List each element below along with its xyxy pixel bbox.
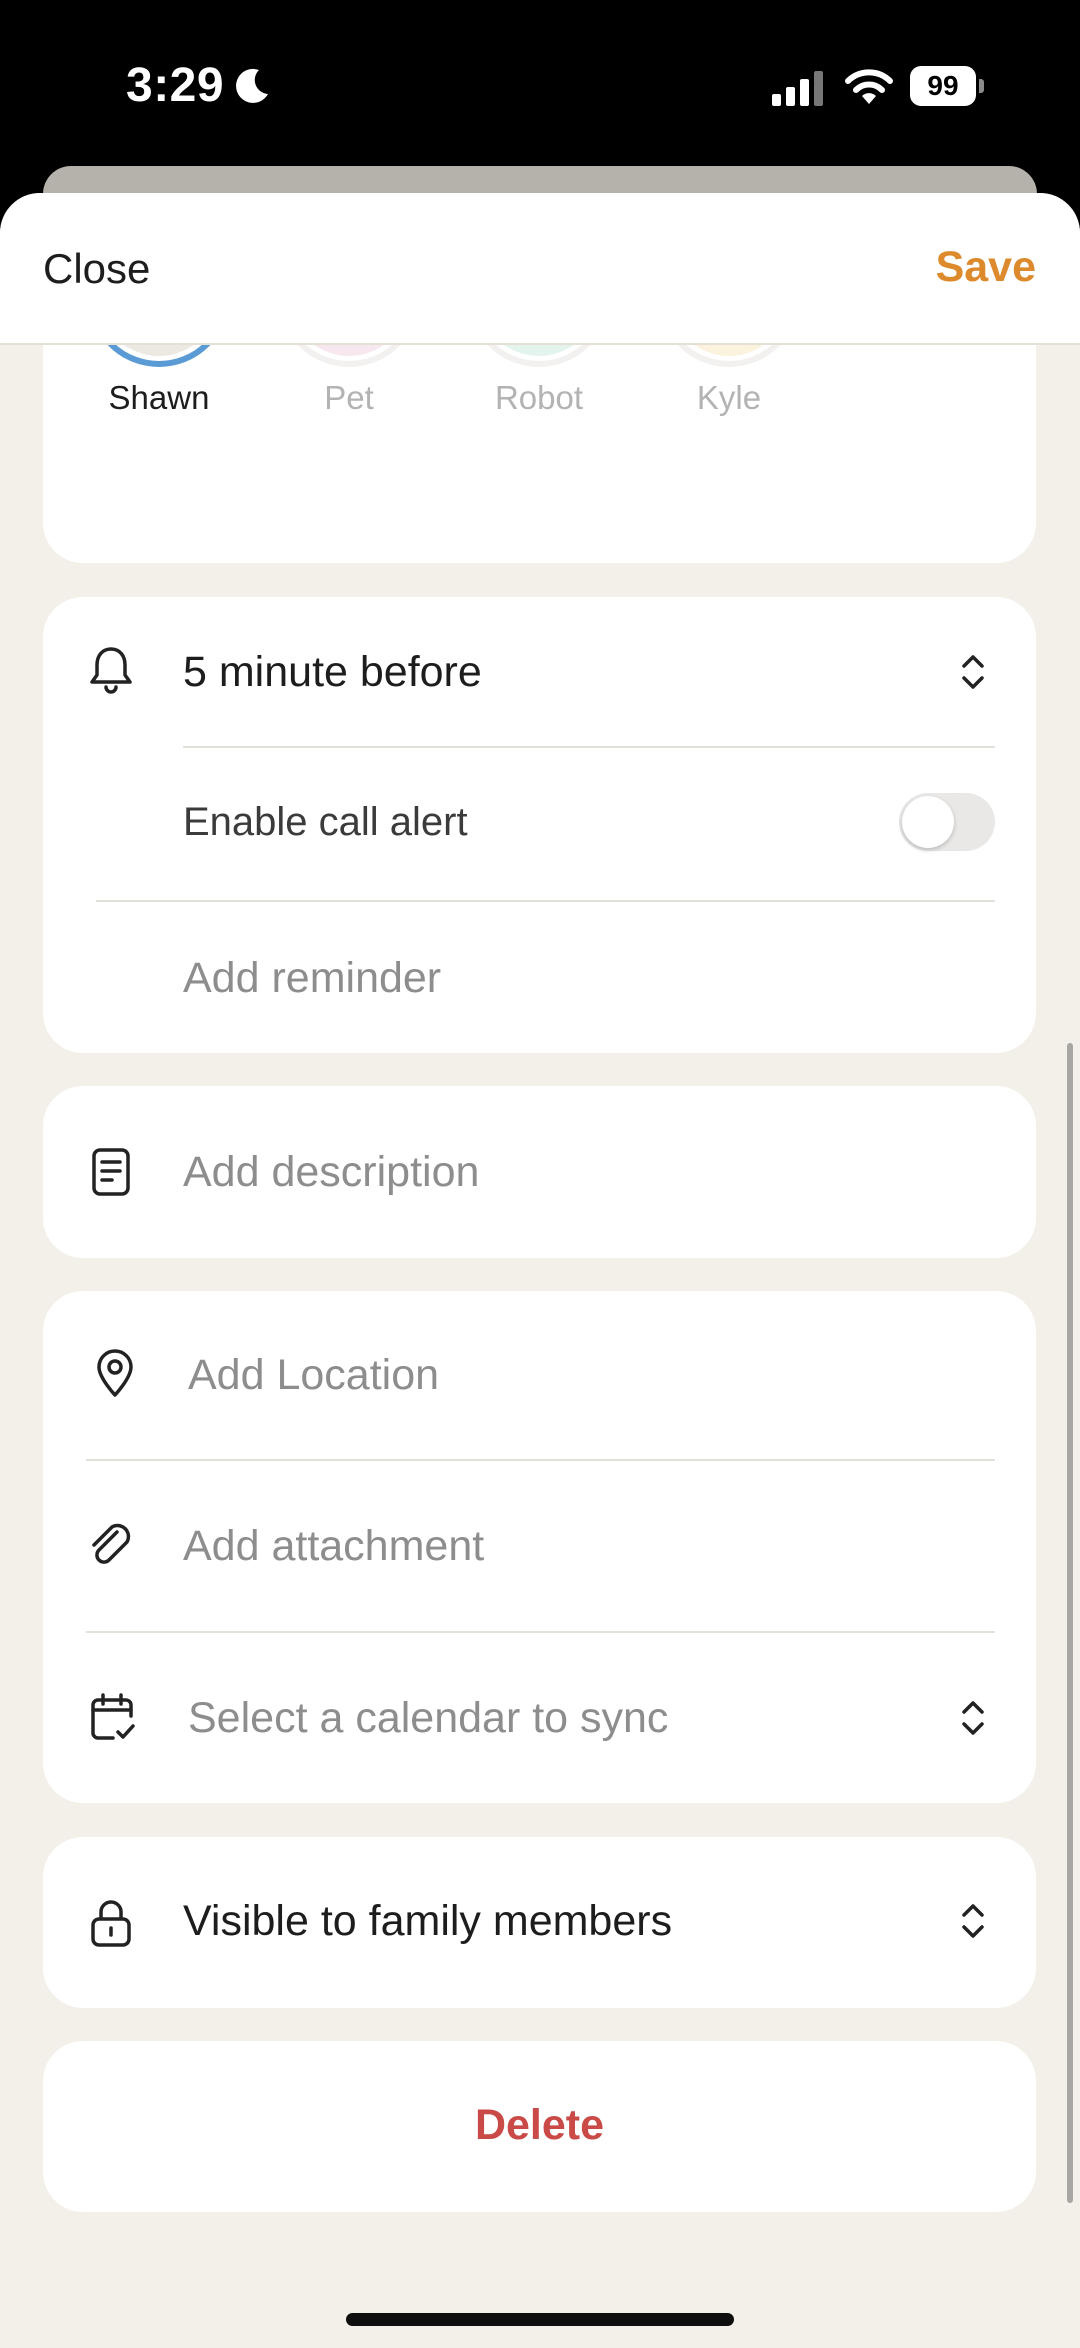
add-reminder-row[interactable]: Add reminder: [43, 902, 1036, 1052]
member-name: Robot: [494, 379, 584, 416]
description-input[interactable]: Add description: [183, 1148, 479, 1197]
call-alert-toggle[interactable]: [899, 793, 995, 851]
battery-level: 99: [910, 66, 976, 106]
lock-icon: [91, 1900, 131, 1947]
home-indicator[interactable]: [346, 2313, 734, 2326]
attachment-row[interactable]: Add attachment: [43, 1461, 1036, 1631]
reminder-time-row[interactable]: 5 minute before: [43, 597, 1036, 747]
visibility-label: Visible to family members: [183, 1897, 673, 1945]
close-button[interactable]: Close: [43, 245, 150, 293]
description-card[interactable]: Add description: [43, 1086, 1036, 1258]
chevron-up-down-icon: [962, 655, 984, 689]
calendar-sync-label: Select a calendar to sync: [188, 1694, 669, 1742]
delete-button[interactable]: Delete: [43, 2041, 1036, 2212]
document-icon: [92, 1148, 130, 1196]
moon-icon: [236, 68, 268, 103]
visibility-card[interactable]: Visible to family members: [43, 1837, 1036, 2008]
calendar-check-icon: [91, 1693, 135, 1740]
save-button[interactable]: Save: [936, 243, 1036, 292]
toggle-knob: [902, 796, 954, 848]
reminder-time-label: 5 minute before: [183, 648, 482, 696]
member-name: Kyle: [696, 379, 762, 416]
call-alert-row: Enable call alert: [43, 748, 1036, 898]
call-alert-label: Enable call alert: [183, 800, 468, 844]
add-reminder-label: Add reminder: [183, 954, 442, 1002]
delete-label: Delete: [474, 2101, 605, 2149]
status-bar: 3:29 99: [0, 0, 1080, 170]
chevron-up-down-icon: [962, 1904, 984, 1938]
cellular-signal-icon: [772, 71, 823, 106]
location-row[interactable]: Add Location: [43, 1291, 1036, 1461]
wifi-icon: [845, 69, 893, 104]
member-name: Pet: [324, 379, 374, 416]
chevron-up-down-icon: [962, 1701, 984, 1735]
scrollbar[interactable]: [1067, 1043, 1073, 2203]
battery-tip: [979, 79, 984, 93]
location-input[interactable]: Add Location: [188, 1351, 439, 1400]
sheet-header: Close Save: [0, 193, 1080, 345]
member-name: Shawn: [108, 379, 210, 416]
status-time: 3:29: [126, 59, 225, 112]
details-card: Add Location Add attachment Select a cal…: [43, 1291, 1036, 1803]
attachment-label: Add attachment: [183, 1522, 485, 1570]
reminder-card: 5 minute before Enable call alert Add re…: [43, 597, 1036, 1053]
location-pin-icon: [97, 1349, 133, 1397]
bell-icon: [90, 647, 132, 694]
event-edit-sheet: Close Save Shawn P Pet R Robot: [0, 193, 1080, 2348]
calendar-sync-row[interactable]: Select a calendar to sync: [43, 1633, 1036, 1803]
battery-icon: 99: [910, 66, 984, 106]
paperclip-icon: [92, 1523, 131, 1564]
